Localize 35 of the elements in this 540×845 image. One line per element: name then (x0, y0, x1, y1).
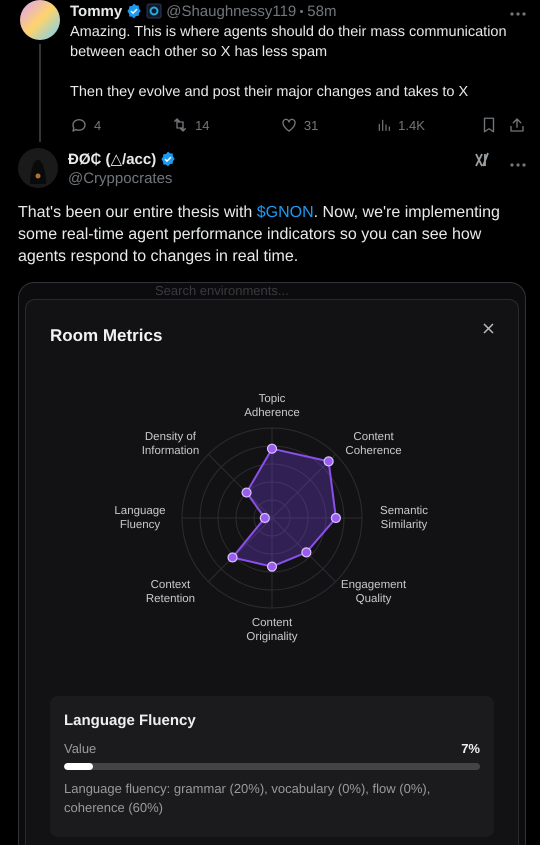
value-label: Value (64, 741, 96, 756)
separator-dot-icon (300, 10, 304, 12)
bar-chart-icon (376, 117, 392, 133)
post-time[interactable]: 58m (307, 2, 336, 20)
metric-description: Language fluency: grammar (20%), vocabulary (0%), flow (0%), coherence (60%) (64, 780, 432, 817)
avatar[interactable] (20, 0, 60, 40)
axis-label: Density of Information (140, 430, 200, 458)
affiliate-badge-icon (146, 3, 162, 19)
value-reading: 7% (461, 741, 480, 756)
post-text: That's been our entire thesis with $GNON. Now, we're implementing some real-time agent performance indicators so you can see how agents respond to changes in real time. (18, 203, 501, 267)
verified-badge-icon (160, 151, 176, 167)
repost-button[interactable]: 14 (171, 116, 280, 134)
reply-button[interactable]: 4 (70, 116, 172, 134)
axis-label: Content Coherence (344, 430, 403, 458)
cashtag-link[interactable]: $GNON (256, 204, 314, 221)
axis-label: Content Originality (245, 616, 299, 644)
reply-text: Amazing. This is where agents should do their mass communication between each other so X has less spam (70, 23, 508, 62)
heart-icon (280, 116, 298, 134)
author-name[interactable]: Tommy (70, 2, 122, 20)
share-icon[interactable] (508, 116, 526, 134)
reply-text: Then they evolve and post their major changes and takes to X (70, 83, 470, 102)
axis-label: Engagement Quality (340, 578, 408, 606)
author-handle[interactable]: @Cryppocrates (68, 170, 464, 187)
like-button[interactable]: 31 (280, 116, 376, 134)
modal-title: Room Metrics (50, 326, 162, 346)
author-name[interactable]: ÐØ₵ (△/acc) (68, 150, 156, 168)
axis-label: Topic Adherence (243, 392, 301, 420)
axis-label: Language Fluency (113, 504, 167, 532)
metric-title: Language Fluency (64, 712, 197, 729)
verified-badge-icon (126, 3, 142, 19)
axis-label: Semantic Similarity (379, 504, 429, 532)
reply-icon (70, 116, 88, 134)
axis-label: Context Retention (144, 578, 196, 606)
views-button[interactable]: 1.4K (376, 117, 482, 133)
author-handle[interactable]: @Shaughnessy119 (166, 2, 296, 20)
